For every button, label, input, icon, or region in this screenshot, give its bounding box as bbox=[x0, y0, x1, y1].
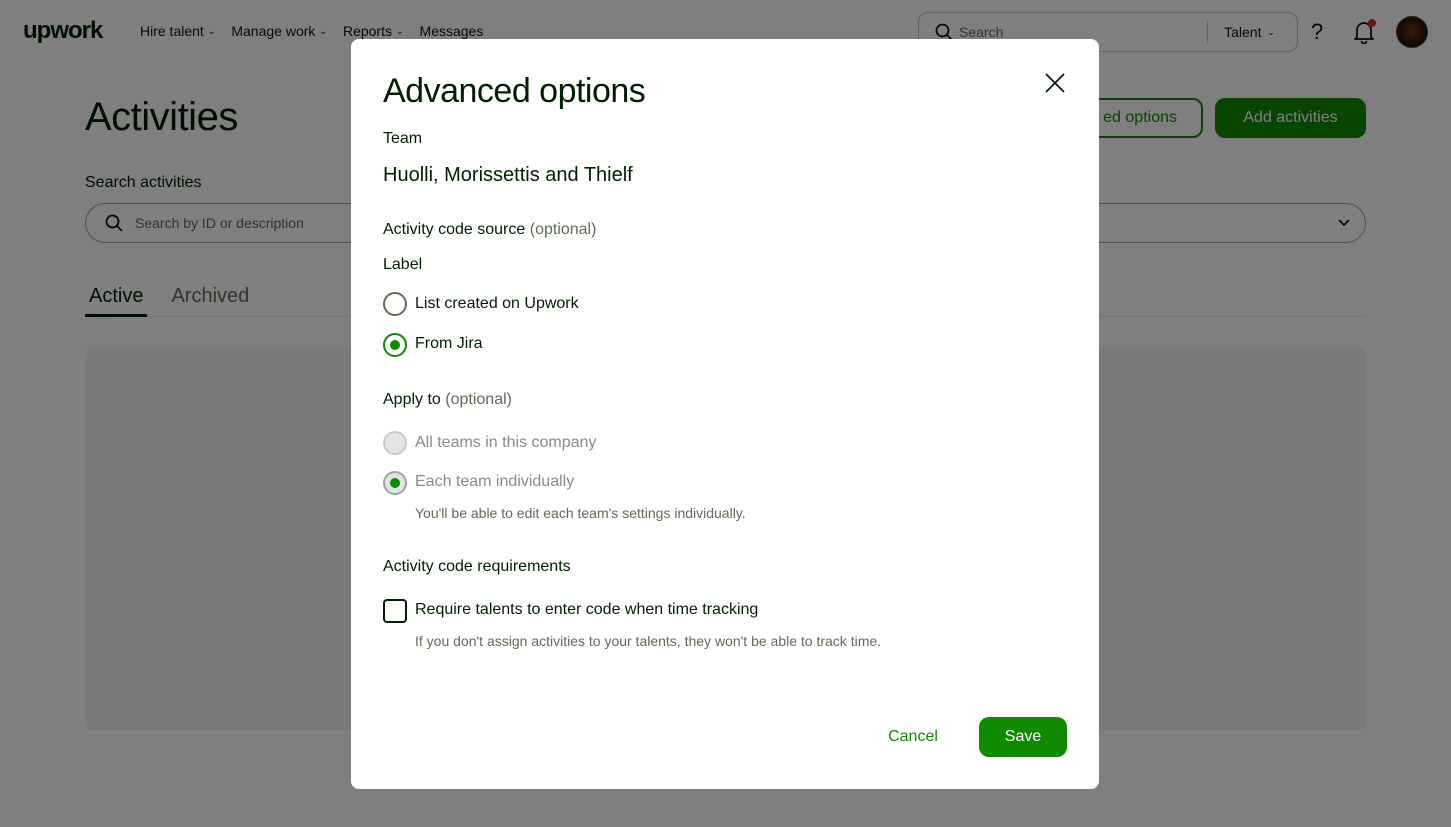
radio-all-teams[interactable] bbox=[383, 431, 407, 455]
radio-from-jira[interactable] bbox=[383, 333, 407, 357]
optional-tag: (optional) bbox=[445, 391, 512, 408]
label-heading: Label bbox=[383, 256, 423, 273]
radio-each-team[interactable] bbox=[383, 471, 407, 495]
radio-list-created-on-upwork-label[interactable]: List created on Upwork bbox=[415, 295, 579, 313]
modal-title: Advanced options bbox=[383, 72, 646, 110]
activity-code-source-label: Activity code source bbox=[383, 221, 526, 238]
require-code-checkbox-label[interactable]: Require talents to enter code when time … bbox=[415, 601, 758, 619]
activity-code-requirements-heading: Activity code requirements bbox=[383, 558, 571, 575]
team-name: Huolli, Morissettis and Thielf bbox=[383, 164, 633, 186]
close-icon[interactable] bbox=[1043, 71, 1067, 95]
apply-to-helper-text: You'll be able to edit each team's setti… bbox=[415, 505, 746, 521]
advanced-options-modal: Advanced options Team Huolli, Morissetti… bbox=[351, 39, 1099, 789]
optional-tag: (optional) bbox=[529, 221, 597, 238]
require-code-checkbox[interactable] bbox=[383, 599, 407, 623]
cancel-button[interactable]: Cancel bbox=[875, 717, 951, 757]
activity-code-source-heading: Activity code source (optional) bbox=[383, 221, 596, 239]
apply-to-heading: Apply to (optional) bbox=[383, 391, 512, 409]
radio-list-created-on-upwork[interactable] bbox=[383, 292, 407, 316]
require-code-helper-text: If you don't assign activities to your t… bbox=[415, 633, 882, 649]
save-button[interactable]: Save bbox=[979, 717, 1067, 757]
radio-each-team-label[interactable]: Each team individually bbox=[415, 473, 574, 491]
radio-from-jira-label[interactable]: From Jira bbox=[415, 335, 483, 353]
radio-all-teams-label[interactable]: All teams in this company bbox=[415, 434, 596, 452]
apply-to-label: Apply to bbox=[383, 391, 441, 408]
team-label: Team bbox=[383, 130, 423, 147]
